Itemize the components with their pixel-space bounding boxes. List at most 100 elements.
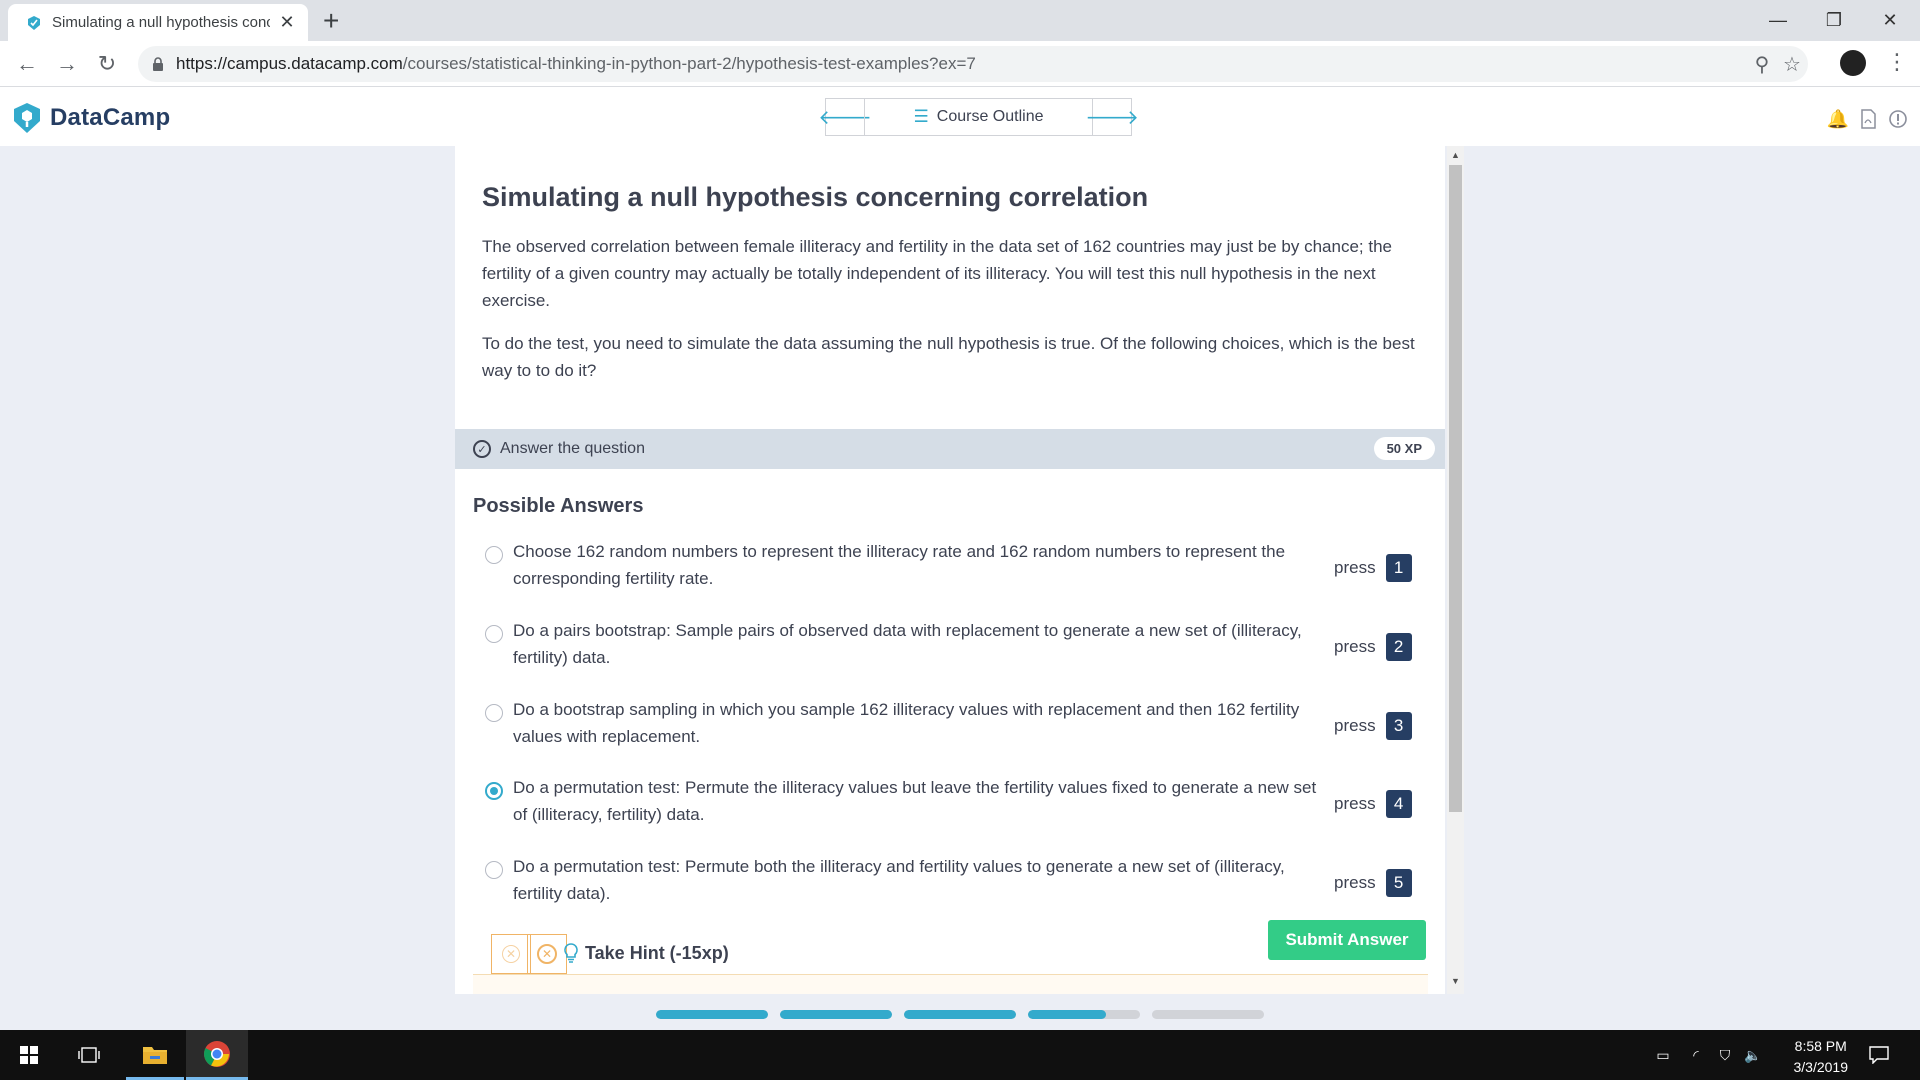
- answer-text: Choose 162 random numbers to represent t…: [513, 542, 1286, 588]
- keyboard-shortcut: press 1: [1334, 554, 1412, 582]
- clock-date: 3/3/2019: [1793, 1059, 1849, 1075]
- battery-icon[interactable]: ▭: [1653, 1045, 1673, 1065]
- answer-question-bar: ✓ Answer the question 50 XP: [455, 429, 1445, 469]
- exercise-instruction: To do the test, you need to simulate the…: [482, 334, 1415, 380]
- progress-fill: [904, 1010, 1016, 1019]
- radio-button[interactable]: [485, 704, 503, 722]
- answer-text: Do a bootstrap sampling in which you sam…: [513, 700, 1300, 746]
- exercise-description: The observed correlation between female …: [482, 237, 1392, 310]
- possible-answers-heading: Possible Answers: [473, 495, 644, 517]
- progress-fill: [656, 1010, 768, 1019]
- chrome-taskbar-icon[interactable]: [186, 1030, 248, 1080]
- progress-segment: [1152, 1010, 1264, 1019]
- address-bar[interactable]: https://campus.datacamp.com/courses/stat…: [138, 46, 1808, 82]
- previous-exercise-arrow-icon[interactable]: 🡐: [818, 99, 872, 135]
- pdf-slides-icon[interactable]: [1857, 108, 1879, 130]
- close-circle-icon: ✕: [502, 945, 520, 963]
- radio-button-selected[interactable]: [485, 782, 503, 800]
- progress-fill: [780, 1010, 892, 1019]
- answer-text: Do a pairs bootstrap: Sample pairs of ob…: [513, 621, 1302, 667]
- close-window-icon[interactable]: ✕: [1862, 0, 1918, 41]
- tab-title: Simulating a null hypothesis conc: [52, 14, 270, 31]
- lightbulb-icon: [563, 943, 579, 963]
- windows-taskbar: ▭ ◜ ⛉ 🔈 8:58 PM 3/3/2019: [0, 1030, 1920, 1080]
- menu-icon: ☰: [913, 107, 929, 126]
- datacamp-logo-icon: [14, 103, 40, 133]
- answer-option-3[interactable]: Do a bootstrap sampling in which you sam…: [485, 696, 1415, 758]
- windows-start-icon[interactable]: [0, 1030, 58, 1080]
- clock-time: 8:58 PM: [1794, 1038, 1847, 1054]
- exercise-title: Simulating a null hypothesis concerning …: [482, 182, 1149, 212]
- shortcut-key: 2: [1385, 633, 1412, 661]
- browser-tab[interactable]: Simulating a null hypothesis conc ✕: [8, 4, 308, 41]
- keyboard-shortcut: press 2: [1334, 633, 1412, 661]
- wifi-icon[interactable]: ◜: [1686, 1045, 1706, 1065]
- answer-text: Do a permutation test: Permute the illit…: [513, 778, 1317, 824]
- keyboard-shortcut: press 4: [1334, 790, 1412, 818]
- shortcut-key: 5: [1385, 869, 1412, 897]
- course-outline-label: Course Outline: [936, 108, 1044, 125]
- profile-avatar[interactable]: [1840, 50, 1866, 76]
- keyboard-shortcut: press 5: [1334, 869, 1412, 897]
- scrollbar-thumb[interactable]: [1449, 165, 1462, 812]
- browser-tab-strip: Simulating a null hypothesis conc ✕ + — …: [0, 0, 1920, 41]
- progress-segment: [1028, 1010, 1140, 1019]
- exercise-panel: Simulating a null hypothesis concerning …: [455, 146, 1445, 994]
- progress-segment: [904, 1010, 1016, 1019]
- radio-button[interactable]: [485, 861, 503, 879]
- zoom-icon[interactable]: ⚲: [1750, 52, 1774, 76]
- radio-button[interactable]: [485, 625, 503, 643]
- task-view-icon[interactable]: [62, 1030, 116, 1080]
- chrome-menu-icon[interactable]: ⋮: [1886, 49, 1908, 75]
- keyboard-shortcut: press 3: [1334, 712, 1412, 740]
- lock-icon: [153, 57, 163, 71]
- shortcut-key: 1: [1385, 554, 1412, 582]
- shortcut-key: 4: [1385, 790, 1412, 818]
- answer-option-1[interactable]: Choose 162 random numbers to represent t…: [485, 538, 1415, 600]
- progress-segment: [656, 1010, 768, 1019]
- bookmark-star-icon[interactable]: ☆: [1780, 52, 1804, 76]
- shortcut-key: 3: [1385, 712, 1412, 740]
- submit-answer-button[interactable]: Submit Answer: [1268, 920, 1426, 960]
- next-exercise-arrow-icon[interactable]: 🡒: [1085, 99, 1139, 135]
- scroll-up-icon[interactable]: ▲: [1449, 150, 1462, 164]
- dismiss-hint-button[interactable]: ✕: [491, 934, 531, 974]
- datacamp-favicon-icon: [28, 15, 40, 30]
- answer-text: Do a permutation test: Permute both the …: [513, 857, 1285, 903]
- check-circle-icon: ✓: [473, 440, 491, 458]
- volume-icon[interactable]: 🔈: [1743, 1045, 1763, 1065]
- progress-segment: [780, 1010, 892, 1019]
- report-issue-icon[interactable]: [1887, 108, 1909, 130]
- xp-badge: 50 XP: [1373, 437, 1435, 460]
- take-hint-button[interactable]: Take Hint (-15xp): [585, 943, 729, 964]
- file-explorer-icon[interactable]: [126, 1030, 184, 1080]
- forward-icon[interactable]: →: [52, 49, 82, 79]
- answer-option-5[interactable]: Do a permutation test: Permute both the …: [485, 853, 1415, 915]
- dismiss-hint-button-active[interactable]: ✕: [527, 934, 567, 974]
- shield-icon[interactable]: ⛉: [1715, 1045, 1735, 1065]
- datacamp-header: DataCamp 🡐 ☰ Course Outline 🡒 🔔: [0, 88, 1920, 146]
- brand-name: DataCamp: [50, 104, 171, 131]
- action-center-icon[interactable]: [1867, 1045, 1891, 1065]
- answer-option-4[interactable]: Do a permutation test: Permute the illit…: [485, 774, 1415, 836]
- browser-toolbar: ← → ↻ https://campus.datacamp.com/course…: [0, 41, 1920, 87]
- close-circle-icon: ✕: [537, 944, 557, 964]
- reload-icon[interactable]: ↻: [92, 49, 122, 79]
- course-outline-button[interactable]: ☰ Course Outline: [864, 99, 1093, 135]
- answer-bar-label: Answer the question: [500, 440, 645, 457]
- tab-close-icon[interactable]: ✕: [278, 12, 296, 33]
- new-tab-icon[interactable]: +: [323, 6, 339, 36]
- notification-bell-icon[interactable]: 🔔: [1827, 108, 1849, 130]
- answer-option-2[interactable]: Do a pairs bootstrap: Sample pairs of ob…: [485, 617, 1415, 679]
- hint-area: [473, 975, 1428, 994]
- datacamp-logo[interactable]: DataCamp: [12, 102, 170, 134]
- system-clock[interactable]: 8:58 PM 3/3/2019: [1794, 1036, 1849, 1078]
- minimize-icon[interactable]: —: [1750, 0, 1806, 41]
- course-outline-nav: 🡐 ☰ Course Outline 🡒: [818, 98, 1139, 136]
- url-text: https://campus.datacamp.com/courses/stat…: [176, 54, 976, 73]
- radio-button[interactable]: [485, 546, 503, 564]
- back-icon[interactable]: ←: [12, 49, 42, 79]
- scroll-down-icon[interactable]: ▼: [1449, 976, 1462, 990]
- progress-fill: [1028, 1010, 1107, 1019]
- restore-icon[interactable]: ❐: [1806, 0, 1862, 41]
